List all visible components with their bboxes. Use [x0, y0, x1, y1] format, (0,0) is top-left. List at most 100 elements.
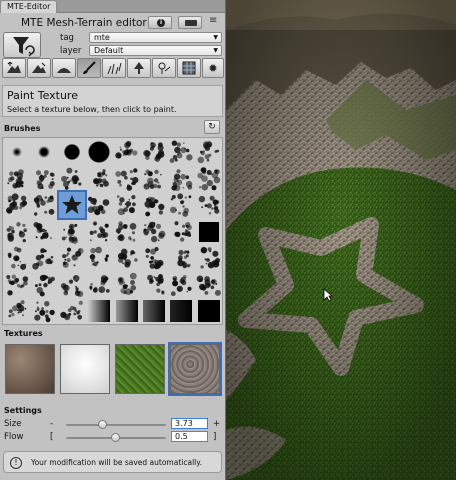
tool-paint-height[interactable] [27, 58, 51, 78]
tool-grass[interactable] [102, 58, 126, 78]
brush-swatch[interactable] [4, 139, 30, 165]
brush-swatch[interactable] [31, 298, 57, 324]
brush-swatch[interactable] [31, 192, 57, 218]
brush-swatch[interactable] [196, 219, 222, 245]
tool-smooth[interactable] [52, 58, 76, 78]
brush-swatch[interactable] [4, 245, 30, 271]
brush-swatch[interactable] [31, 219, 57, 245]
texture-snow[interactable] [60, 344, 110, 394]
mode-info: Paint Texture Select a texture below, th… [2, 85, 223, 117]
brush-swatch[interactable] [196, 166, 222, 192]
texture-grass[interactable] [115, 344, 165, 394]
brush-shape-icon [115, 220, 136, 242]
brush-swatch[interactable] [114, 298, 140, 324]
brush-swatch[interactable] [168, 139, 194, 165]
brush-swatch[interactable] [141, 192, 167, 218]
brush-swatch[interactable] [196, 245, 222, 271]
tool-raise-lower[interactable] [2, 58, 26, 78]
brush-swatch[interactable] [196, 272, 222, 298]
brush-swatch[interactable] [86, 139, 112, 165]
brush-swatch[interactable] [141, 219, 167, 245]
layer-dropdown[interactable]: Default ▼ [89, 45, 222, 56]
settings-label: Settings [4, 406, 42, 415]
brush-swatch[interactable] [141, 166, 167, 192]
brush-swatch[interactable] [114, 245, 140, 271]
brush-swatch[interactable] [86, 272, 112, 298]
tool-tree[interactable] [127, 58, 151, 78]
brush-swatch[interactable] [31, 139, 57, 165]
brush-shape-icon [171, 274, 192, 296]
brush-swatch[interactable] [4, 166, 30, 192]
brush-swatch[interactable] [31, 245, 57, 271]
brush-swatch[interactable] [141, 272, 167, 298]
brush-swatch[interactable] [168, 166, 194, 192]
brush-shape-icon [117, 248, 138, 268]
brush-swatch[interactable] [141, 139, 167, 165]
brush-swatch[interactable] [4, 298, 30, 324]
brush-swatch[interactable] [4, 219, 30, 245]
brush-swatch[interactable] [114, 219, 140, 245]
autosave-notice: ! Your modification will be saved automa… [3, 451, 222, 473]
scene-viewport[interactable] [226, 0, 456, 480]
layer-dropdown-value: Default [94, 46, 124, 55]
brush-swatch[interactable] [86, 219, 112, 245]
size-slider-thumb[interactable] [98, 420, 107, 429]
flow-slider-thumb[interactable] [111, 433, 120, 442]
tag-dropdown[interactable]: mte ▼ [89, 32, 222, 43]
brush-swatch[interactable] [114, 192, 140, 218]
brush-swatch[interactable] [168, 219, 194, 245]
brush-shape-icon [197, 300, 220, 322]
brush-star-selected[interactable] [56, 190, 87, 220]
tab-mte-editor[interactable]: MTE-Editor [0, 0, 58, 13]
brush-swatch[interactable] [4, 192, 30, 218]
brush-swatch[interactable] [31, 166, 57, 192]
brush-swatch[interactable] [141, 298, 167, 324]
info-icon: i [157, 19, 165, 27]
tool-settings[interactable]: ✹ [202, 58, 224, 78]
brush-swatch[interactable] [86, 192, 112, 218]
tool-flower[interactable] [152, 58, 176, 78]
brush-shape-icon [114, 141, 138, 159]
brush-swatch[interactable] [86, 166, 112, 192]
brush-swatch[interactable] [59, 245, 85, 271]
brush-shape-icon [60, 167, 82, 190]
brush-swatch[interactable] [168, 245, 194, 271]
brush-shape-icon [87, 196, 110, 216]
brush-swatch[interactable] [31, 272, 57, 298]
info-button[interactable]: i [148, 16, 172, 29]
brush-swatch[interactable] [86, 298, 112, 324]
tool-paint-texture[interactable] [77, 58, 101, 78]
size-setting: Size - 3.73 + [0, 418, 226, 431]
tool-grid[interactable] [177, 58, 201, 78]
refresh-brushes-button[interactable]: ↻ [204, 120, 220, 134]
brush-swatch[interactable] [196, 298, 222, 324]
size-slider[interactable] [66, 420, 166, 429]
keyboard-button[interactable] [178, 16, 202, 29]
texture-gravel[interactable] [168, 342, 222, 396]
brush-swatch[interactable] [196, 139, 222, 165]
texture-rock[interactable] [5, 344, 55, 394]
brush-swatch[interactable] [114, 139, 140, 165]
flow-value-field[interactable]: 0.5 [171, 431, 208, 442]
brush-swatch[interactable] [168, 192, 194, 218]
chevron-down-icon: ▼ [213, 47, 218, 54]
brush-swatch[interactable] [196, 192, 222, 218]
brush-swatch[interactable] [141, 245, 167, 271]
brush-swatch[interactable] [4, 272, 30, 298]
brush-shape-icon [197, 166, 221, 190]
brush-swatch[interactable] [59, 298, 85, 324]
brush-shape-icon [61, 195, 82, 214]
brush-swatch[interactable] [114, 166, 140, 192]
brush-swatch[interactable] [168, 272, 194, 298]
brush-swatch[interactable] [59, 272, 85, 298]
flow-slider[interactable] [66, 433, 166, 442]
brush-swatch[interactable] [59, 219, 85, 245]
size-value-field[interactable]: 3.73 [171, 418, 208, 429]
filter-refresh-button[interactable] [3, 32, 41, 58]
brush-swatch[interactable] [59, 139, 85, 165]
brush-swatch[interactable] [86, 245, 112, 271]
brush-swatch[interactable] [114, 272, 140, 298]
brush-swatch[interactable] [168, 298, 194, 324]
brush-swatch[interactable] [59, 166, 85, 192]
menu-icon[interactable]: ≡ [209, 16, 221, 28]
